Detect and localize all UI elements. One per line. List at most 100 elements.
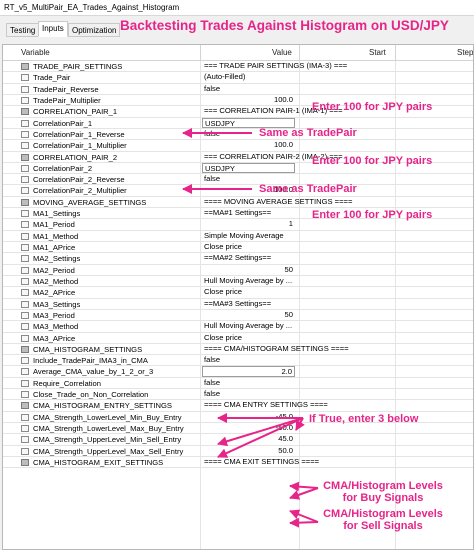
grid-row[interactable]: CorrelationPair_2_Multiplier 100.0 xyxy=(3,185,473,197)
row-value[interactable]: === TRADE PAIR SETTINGS (IMA-3) === xyxy=(202,61,347,72)
row-value[interactable]: 1 xyxy=(202,219,295,230)
grid-row[interactable]: MA1_APrice Close price xyxy=(3,242,473,254)
row-checkbox[interactable] xyxy=(21,391,29,399)
row-value[interactable]: Close price xyxy=(202,242,295,253)
row-value[interactable]: ==== CMA/HISTOGRAM SETTINGS ==== xyxy=(202,344,349,355)
row-value[interactable]: === CORRELATION PAIR-2 (IMA-2) === xyxy=(202,152,343,163)
row-value[interactable]: -50.0 xyxy=(202,423,295,434)
grid-row[interactable]: Include_TradePair_IMA3_in_CMA false xyxy=(3,355,473,367)
row-checkbox[interactable] xyxy=(21,244,29,251)
row-checkbox[interactable] xyxy=(21,176,29,184)
grid-row[interactable]: MOVING_AVERAGE_SETTINGS ==== MOVING AVERA… xyxy=(3,197,473,209)
row-value[interactable]: (Auto-Filled) xyxy=(202,72,295,83)
row-value[interactable]: ==== MOVING AVERAGE SETTINGS ==== xyxy=(202,197,352,208)
row-checkbox[interactable] xyxy=(21,74,29,82)
row-value[interactable]: === CORRELATION PAIR-1 (IMA-1) === xyxy=(202,106,343,117)
column-divider[interactable] xyxy=(395,45,396,60)
row-value[interactable]: false xyxy=(202,389,295,400)
column-value[interactable]: Value xyxy=(272,48,292,57)
column-start[interactable]: Start xyxy=(369,48,386,57)
grid-row[interactable]: Close_Trade_on_Non_Correlation false xyxy=(3,389,473,401)
grid-row[interactable]: MA3_Method Hull Moving Average by ... xyxy=(3,321,473,333)
row-checkbox[interactable] xyxy=(21,232,29,240)
column-step[interactable]: Step xyxy=(457,48,473,57)
row-value[interactable]: ==== CMA ENTRY SETTINGS ==== xyxy=(202,400,328,411)
grid-row[interactable]: CMA_HISTOGRAM_SETTINGS ==== CMA/HISTOGRAM… xyxy=(3,344,473,356)
row-checkbox[interactable] xyxy=(21,153,29,161)
column-variable[interactable]: Variable xyxy=(21,48,50,57)
grid-row[interactable]: CMA_HISTOGRAM_ENTRY_SETTINGS ==== CMA ENT… xyxy=(3,400,473,412)
row-checkbox[interactable] xyxy=(21,458,29,466)
row-checkbox[interactable] xyxy=(21,119,29,127)
row-checkbox[interactable] xyxy=(21,368,29,376)
row-checkbox[interactable] xyxy=(21,311,29,319)
grid-row[interactable]: MA3_APrice Close price xyxy=(3,333,473,344)
grid-row[interactable]: MA2_Settings ==MA#2 Settings== xyxy=(3,253,473,265)
row-value[interactable]: false xyxy=(202,378,295,389)
row-checkbox[interactable] xyxy=(21,413,29,421)
row-checkbox[interactable] xyxy=(21,108,29,116)
row-value[interactable]: false xyxy=(202,355,295,366)
row-value[interactable]: ==MA#2 Settings== xyxy=(202,253,295,264)
row-checkbox[interactable] xyxy=(21,130,29,138)
grid-row[interactable]: MA2_APrice Close price xyxy=(3,287,473,299)
row-checkbox[interactable] xyxy=(21,436,29,444)
grid-row[interactable]: MA3_Settings ==MA#3 Settings== xyxy=(3,299,473,310)
row-value[interactable]: Hull Moving Average by ... xyxy=(202,321,295,332)
row-value[interactable]: -45.0 xyxy=(202,412,295,423)
grid-row[interactable]: CorrelationPair_1 USDJPY xyxy=(3,117,473,129)
grid-row[interactable]: CorrelationPair_2_Reverse false xyxy=(3,174,473,186)
column-divider[interactable] xyxy=(299,45,300,60)
row-checkbox[interactable] xyxy=(21,323,29,331)
row-value[interactable]: Close price xyxy=(202,287,295,298)
row-checkbox[interactable] xyxy=(21,334,29,342)
row-value[interactable]: 2.0 xyxy=(202,366,295,377)
row-checkbox[interactable] xyxy=(21,266,29,274)
grid-row[interactable]: Average_CMA_value_by_1_2_or_3 2.0 xyxy=(3,366,473,378)
grid-row[interactable]: CMA_Strength_UpperLevel_Min_Sell_Entry 45… xyxy=(3,434,473,446)
row-value[interactable]: USDJPY xyxy=(202,162,295,174)
grid-row[interactable]: MA3_Period 50 xyxy=(3,310,473,322)
grid-row[interactable]: MA2_Method Hull Moving Average by ... xyxy=(3,276,473,288)
grid-row[interactable]: CMA_HISTOGRAM_EXIT_SETTINGS ==== CMA EXIT… xyxy=(3,457,473,469)
row-value[interactable]: Hull Moving Average by ... xyxy=(202,276,295,287)
row-value[interactable]: Simple Moving Average xyxy=(202,231,295,242)
grid-row[interactable]: MA1_Period 1 xyxy=(3,219,473,231)
column-divider[interactable] xyxy=(200,45,201,60)
grid-row[interactable]: MA1_Method Simple Moving Average xyxy=(3,231,473,242)
row-checkbox[interactable] xyxy=(21,289,29,297)
grid-row[interactable]: CorrelationPair_1_Reverse false xyxy=(3,129,473,141)
grid-row[interactable]: CMA_Strength_UpperLevel_Max_Sell_Entry 50… xyxy=(3,446,473,457)
grid-row[interactable]: TRADE_PAIR_SETTINGS === TRADE PAIR SETTIN… xyxy=(3,61,473,73)
row-checkbox[interactable] xyxy=(21,96,29,104)
row-checkbox[interactable] xyxy=(21,379,29,387)
row-checkbox[interactable] xyxy=(21,164,29,172)
row-checkbox[interactable] xyxy=(21,300,29,308)
row-checkbox[interactable] xyxy=(21,357,29,365)
grid-row[interactable]: CorrelationPair_1_Multiplier 100.0 xyxy=(3,140,473,152)
row-checkbox[interactable] xyxy=(21,447,29,455)
row-checkbox[interactable] xyxy=(21,277,29,285)
row-checkbox[interactable] xyxy=(21,198,29,206)
row-checkbox[interactable] xyxy=(21,425,29,432)
row-checkbox[interactable] xyxy=(21,255,29,263)
tab-optimization[interactable]: Optimization xyxy=(68,23,121,37)
row-value[interactable]: 45.0 xyxy=(202,434,295,445)
row-value[interactable]: ==== CMA EXIT SETTINGS ==== xyxy=(202,457,319,468)
row-value[interactable]: 50 xyxy=(202,310,295,321)
row-checkbox[interactable] xyxy=(21,142,29,150)
row-value[interactable]: 50 xyxy=(202,265,295,276)
row-checkbox[interactable] xyxy=(21,85,29,93)
grid-row[interactable]: MA2_Period 50 xyxy=(3,265,473,276)
row-value[interactable]: ==MA#3 Settings== xyxy=(202,299,295,310)
row-checkbox[interactable] xyxy=(21,221,29,229)
tab-inputs[interactable]: Inputs xyxy=(38,21,68,37)
row-checkbox[interactable] xyxy=(21,210,29,218)
row-checkbox[interactable] xyxy=(21,63,29,70)
row-checkbox[interactable] xyxy=(21,402,29,410)
row-value[interactable]: 100.0 xyxy=(202,95,295,106)
grid-row[interactable]: Require_Correlation false xyxy=(3,378,473,390)
row-value[interactable]: ==MA#1 Settings== xyxy=(202,208,295,219)
grid-row[interactable]: Trade_Pair (Auto-Filled) xyxy=(3,72,473,84)
grid-row[interactable]: TradePair_Reverse false xyxy=(3,84,473,95)
